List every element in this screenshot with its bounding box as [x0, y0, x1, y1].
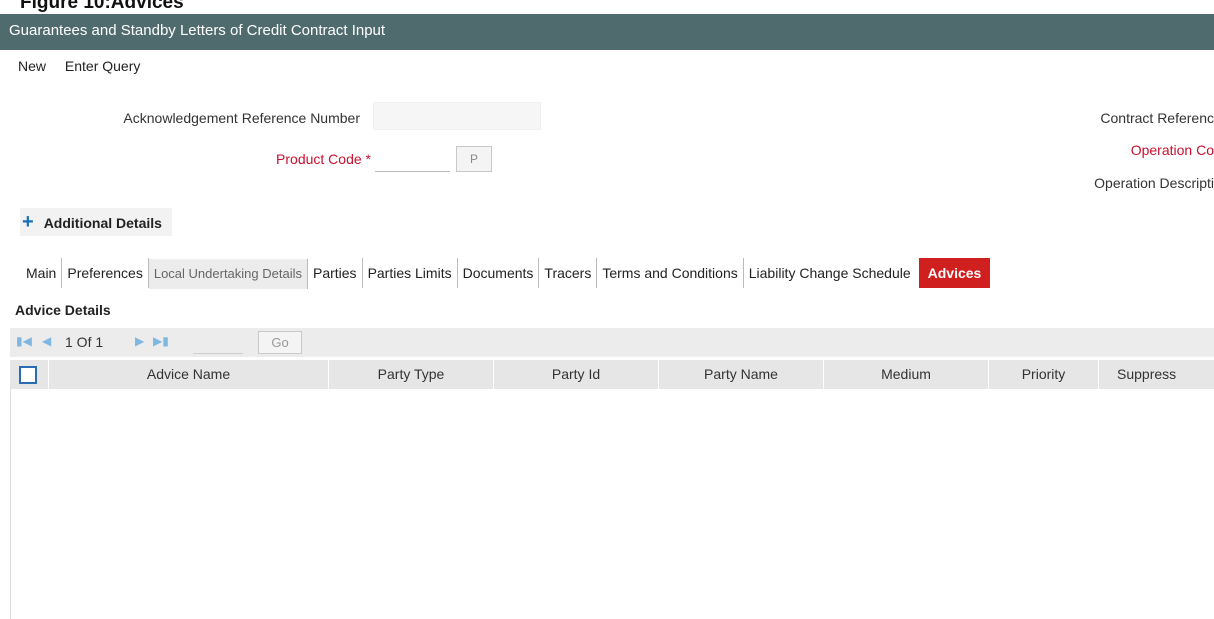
figure-caption: Figure 10:Advices	[20, 0, 184, 13]
tab-bar: Main Preferences Local Undertaking Details…	[20, 258, 991, 289]
required-marker: *	[365, 151, 371, 167]
tab-liability-change-schedule[interactable]: Liability Change Schedule	[744, 258, 916, 288]
tab-tracers[interactable]: Tracers	[539, 258, 598, 288]
page-indicator: 1 Of 1	[65, 334, 104, 350]
first-page-icon[interactable]: ▮◀	[16, 334, 32, 348]
previous-page-icon[interactable]: ◀	[42, 334, 51, 348]
last-page-icon[interactable]: ▶▮	[153, 334, 169, 348]
col-suppress: Suppress	[1098, 360, 1214, 389]
plus-icon: +	[22, 211, 34, 233]
ack-ref-label: Acknowledgement Reference Number	[123, 110, 360, 126]
go-button[interactable]: Go	[258, 331, 302, 354]
product-code-field[interactable]	[375, 146, 450, 172]
advice-table-header: Advice Name Party Type Party Id Party Na…	[10, 360, 1214, 389]
menu-bar: New Enter Query	[0, 50, 1214, 83]
advice-details-title: Advice Details	[15, 302, 111, 318]
select-all-checkbox[interactable]	[19, 366, 37, 384]
col-party-name: Party Name	[658, 360, 823, 389]
menu-enter-query[interactable]: Enter Query	[65, 58, 140, 74]
additional-details-toggle[interactable]: + Additional Details	[20, 208, 172, 236]
col-priority: Priority	[988, 360, 1098, 389]
tab-parties-limits[interactable]: Parties Limits	[363, 258, 458, 288]
tab-advices[interactable]: Advices	[918, 258, 991, 288]
tab-terms-and-conditions[interactable]: Terms and Conditions	[597, 258, 744, 288]
pager-bar: ▮◀ ◀ 1 Of 1 ▶ ▶▮ Go	[10, 328, 1214, 357]
tab-local-undertaking-details[interactable]: Local Undertaking Details	[148, 259, 308, 289]
product-code-lov-button[interactable]: P	[456, 146, 492, 172]
col-advice-name: Advice Name	[48, 360, 328, 389]
ack-ref-field[interactable]	[373, 102, 541, 130]
col-party-type: Party Type	[328, 360, 493, 389]
advice-table-body	[10, 389, 1214, 619]
next-page-icon[interactable]: ▶	[135, 334, 144, 348]
product-code-label: Product Code *	[160, 151, 371, 167]
tab-documents[interactable]: Documents	[458, 258, 540, 288]
menu-new[interactable]: New	[18, 58, 46, 74]
tab-parties[interactable]: Parties	[308, 258, 363, 288]
operation-desc-label: Operation Descripti	[1094, 175, 1214, 191]
col-party-id: Party Id	[493, 360, 658, 389]
col-medium: Medium	[823, 360, 988, 389]
tab-main[interactable]: Main	[20, 258, 63, 288]
page-number-input[interactable]	[193, 330, 243, 354]
operation-code-label: Operation Co	[1130, 142, 1214, 158]
product-code-label-text: Product Code	[276, 151, 362, 167]
window-title: Guarantees and Standby Letters of Credit…	[0, 14, 1214, 50]
contract-ref-label: Contract Referenc	[1100, 110, 1214, 126]
tab-preferences[interactable]: Preferences	[62, 258, 149, 288]
additional-details-label: Additional Details	[43, 215, 162, 231]
